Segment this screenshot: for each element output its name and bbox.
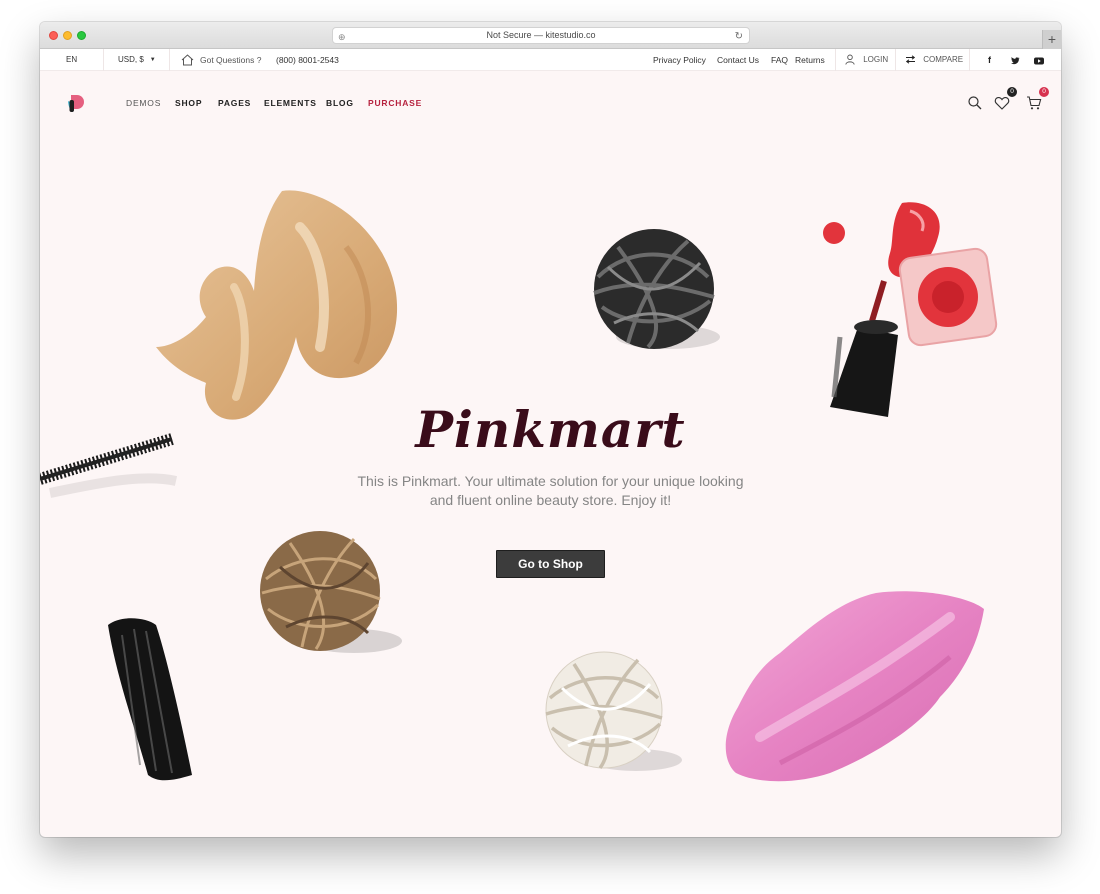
search-icon[interactable] bbox=[967, 95, 983, 111]
user-icon bbox=[845, 54, 855, 66]
currency-label: USD, $ bbox=[118, 55, 144, 64]
wishlist-count-badge: 0 bbox=[1007, 87, 1017, 97]
chevron-down-icon: ▼ bbox=[149, 57, 156, 63]
pinkmart-logo[interactable] bbox=[67, 91, 87, 115]
site-info-icon: ⊕ bbox=[338, 32, 346, 42]
nav-demos[interactable]: DEMOS bbox=[126, 96, 161, 110]
hero-section: Pinkmart This is Pinkmart. Your ultimate… bbox=[40, 135, 1061, 837]
heart-icon bbox=[994, 97, 1010, 110]
brown-rattan-ball-image bbox=[260, 531, 402, 653]
divider bbox=[103, 49, 104, 71]
go-to-shop-button[interactable]: Go to Shop bbox=[496, 550, 605, 578]
dark-rattan-ball-image bbox=[593, 229, 720, 349]
divider bbox=[969, 49, 970, 71]
home-icon bbox=[181, 49, 194, 71]
privacy-policy-link[interactable]: Privacy Policy bbox=[653, 49, 706, 71]
nail-polish-image bbox=[823, 202, 998, 417]
divider bbox=[169, 49, 170, 71]
maximize-window-button[interactable] bbox=[77, 31, 86, 40]
top-info-bar: EN USD, $ ▼ Got Questions ? (800) 8001-25… bbox=[40, 49, 1061, 71]
login-link[interactable]: LOGIN bbox=[845, 49, 888, 71]
cart-count-badge: 0 bbox=[1039, 87, 1049, 97]
address-text: Not Secure — kitestudio.co bbox=[486, 30, 596, 40]
returns-link[interactable]: Returns bbox=[795, 49, 825, 71]
facebook-icon[interactable]: f bbox=[988, 49, 991, 71]
hero-title: Pinkmart bbox=[415, 400, 686, 459]
nav-blog[interactable]: BLOG bbox=[326, 96, 354, 110]
nav-pages[interactable]: PAGES bbox=[218, 96, 251, 110]
questions-label: Got Questions ? bbox=[200, 55, 262, 65]
compare-link[interactable]: COMPARE bbox=[905, 49, 963, 71]
login-label: LOGIN bbox=[863, 55, 889, 64]
browser-toolbar: ⊕ Not Secure — kitestudio.co ↻ + bbox=[40, 22, 1061, 49]
twitter-icon[interactable] bbox=[1011, 49, 1020, 71]
main-navigation: DEMOS SHOP PAGES ELEMENTS BLOG PURCHASE … bbox=[40, 71, 1061, 135]
white-rattan-ball-image bbox=[545, 651, 682, 771]
cart-icon bbox=[1027, 96, 1042, 110]
foundation-swatch-image bbox=[156, 190, 398, 420]
divider bbox=[835, 49, 836, 71]
currency-selector[interactable]: USD, $ ▼ bbox=[118, 49, 156, 71]
pink-lipstick-smear-image bbox=[725, 591, 984, 782]
browser-window: ⊕ Not Secure — kitestudio.co ↻ + EN USD,… bbox=[40, 22, 1061, 837]
cart-button[interactable]: 0 bbox=[1026, 87, 1049, 111]
faq-link[interactable]: FAQ bbox=[771, 49, 788, 71]
address-bar[interactable]: ⊕ Not Secure — kitestudio.co ↻ bbox=[332, 27, 750, 44]
nav-elements[interactable]: ELEMENTS bbox=[264, 96, 317, 110]
hero-subtitle: This is Pinkmart. Your ultimate solution… bbox=[357, 473, 744, 508]
close-window-button[interactable] bbox=[49, 31, 58, 40]
minimize-window-button[interactable] bbox=[63, 31, 72, 40]
compare-arrows-icon bbox=[905, 55, 916, 64]
new-tab-button[interactable]: + bbox=[1042, 30, 1061, 49]
contact-us-link[interactable]: Contact Us bbox=[717, 49, 759, 71]
language-selector[interactable]: EN bbox=[66, 49, 77, 71]
nav-purchase[interactable]: PURCHASE bbox=[368, 96, 422, 110]
reload-icon[interactable]: ↻ bbox=[735, 29, 743, 44]
nav-shop[interactable]: SHOP bbox=[175, 96, 202, 110]
wishlist-button[interactable]: 0 bbox=[994, 87, 1017, 111]
compare-label: COMPARE bbox=[923, 55, 964, 64]
youtube-icon[interactable] bbox=[1034, 49, 1044, 71]
divider bbox=[895, 49, 896, 71]
black-brush-stroke-image bbox=[108, 618, 192, 781]
phone-number[interactable]: (800) 8001-2543 bbox=[276, 49, 339, 71]
